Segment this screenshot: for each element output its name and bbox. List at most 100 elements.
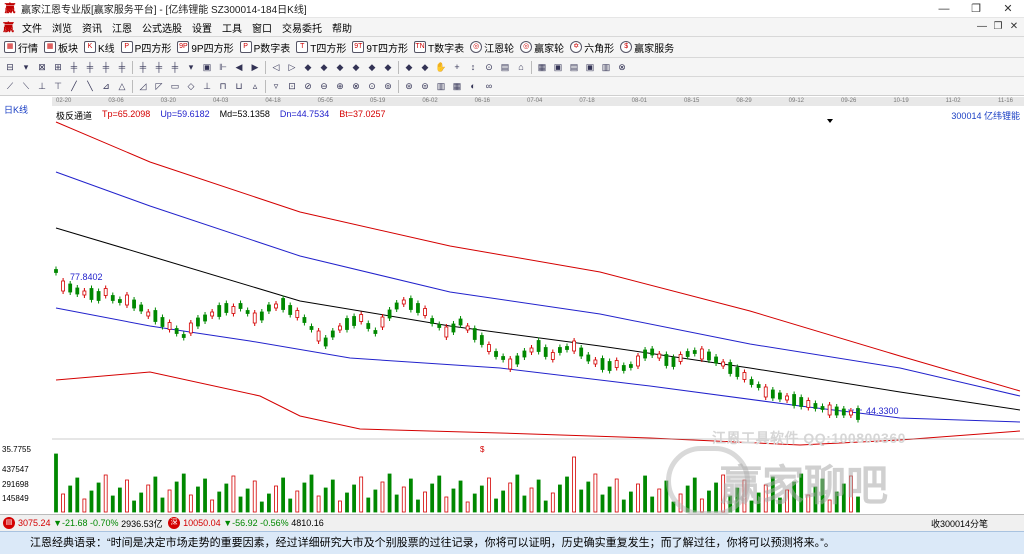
p-digit-table-button[interactable]: P P数字表 <box>239 40 290 55</box>
drawing-tool-icon[interactable]: ▦ <box>451 80 463 92</box>
chart-tool-icon[interactable]: ↕ <box>467 61 479 73</box>
menu-news[interactable]: 资讯 <box>77 20 107 35</box>
chart-tool-icon[interactable]: ⊗ <box>616 61 628 73</box>
drawing-tool-icon[interactable]: ⊤ <box>52 80 64 92</box>
winner-service-button[interactable]: $ 赢家服务 <box>620 40 674 55</box>
chart-tool-icon[interactable]: ⊩ <box>217 61 229 73</box>
drawing-tool-icon[interactable]: ∞ <box>483 80 495 92</box>
menu-trading[interactable]: 交易委托 <box>277 20 327 35</box>
sz-index-icon[interactable]: 深 <box>168 517 181 529</box>
drawing-tool-icon[interactable]: ⊛ <box>403 80 415 92</box>
drawing-tool-icon[interactable]: ◇ <box>185 80 197 92</box>
drawing-tool-icon[interactable]: ⊔ <box>233 80 245 92</box>
9p-square-button[interactable]: 9P 9P四方形 <box>177 40 234 55</box>
chart-tool-icon[interactable]: ▶ <box>249 61 261 73</box>
menu-settings[interactable]: 设置 <box>187 20 217 35</box>
chart-tool-icon[interactable]: ◆ <box>382 61 394 73</box>
drawing-tool-icon[interactable]: ⟍ <box>20 80 32 92</box>
minimize-button[interactable]: — <box>928 0 960 18</box>
menu-formula-picker[interactable]: 公式选股 <box>137 20 187 35</box>
chart-tool-icon[interactable]: ⊙ <box>483 61 495 73</box>
chart-tool-icon[interactable]: ◆ <box>419 61 431 73</box>
menu-tools[interactable]: 工具 <box>217 20 247 35</box>
chart-tool-icon[interactable]: ▤ <box>499 61 511 73</box>
9t-square-button[interactable]: 9T 9T四方形 <box>352 40 408 55</box>
menu-gann[interactable]: 江恩 <box>107 20 137 35</box>
drawing-tool-icon[interactable]: ▥ <box>435 80 447 92</box>
tick-detail-link[interactable]: 收300014分笔 <box>931 517 988 530</box>
drawing-tool-icon[interactable]: ⊗ <box>350 80 362 92</box>
maximize-button[interactable]: ❐ <box>960 0 992 18</box>
menu-browse[interactable]: 浏览 <box>47 20 77 35</box>
chart-tool-icon[interactable]: ✋ <box>435 61 447 73</box>
chart-tool-icon[interactable]: ╪ <box>68 61 80 73</box>
gann-wheel-button[interactable]: ◎ 江恩轮 <box>470 40 514 55</box>
drawing-tool-icon[interactable]: ⟋ <box>4 80 16 92</box>
drawing-tool-icon[interactable]: ╲ <box>84 80 96 92</box>
chart-tool-icon[interactable]: ▾ <box>20 61 32 73</box>
chart-tool-icon[interactable]: ▣ <box>552 61 564 73</box>
hexagon-button[interactable]: ✡ 六角形 <box>570 40 614 55</box>
drawing-tool-icon[interactable]: ⊖ <box>318 80 330 92</box>
chart-tool-icon[interactable]: ▥ <box>600 61 612 73</box>
drawing-tool-icon[interactable]: ╱ <box>68 80 80 92</box>
chart-tool-icon[interactable]: ╪ <box>84 61 96 73</box>
chart-tool-icon[interactable]: ▤ <box>568 61 580 73</box>
chart-tool-icon[interactable]: ⌂ <box>515 61 527 73</box>
drawing-tool-icon[interactable]: △ <box>116 80 128 92</box>
drawing-tool-icon[interactable]: ⊙ <box>366 80 378 92</box>
sh-index-icon[interactable]: ▤ <box>3 517 15 529</box>
chart-tool-icon[interactable]: ◆ <box>302 61 314 73</box>
menu-window[interactable]: 窗口 <box>247 20 277 35</box>
mdi-minimize-button[interactable]: — <box>974 19 990 35</box>
drawing-tool-icon[interactable]: ◐ <box>467 80 479 92</box>
sector-button[interactable]: ▦ 板块 <box>44 40 78 55</box>
mdi-app-icon[interactable]: 赢 <box>3 19 17 35</box>
chart-tool-icon[interactable]: ⊠ <box>36 61 48 73</box>
mdi-close-button[interactable]: ✕ <box>1006 19 1022 35</box>
drawing-tool-icon[interactable]: ⊥ <box>201 80 213 92</box>
chart-tool-icon[interactable]: ╪ <box>116 61 128 73</box>
t-digit-table-button[interactable]: TN T数字表 <box>414 40 464 55</box>
t-square-button[interactable]: T T四方形 <box>296 40 346 55</box>
chart-tool-icon[interactable]: ╪ <box>153 61 165 73</box>
chart-tool-icon[interactable]: ⊞ <box>52 61 64 73</box>
drawing-tool-icon[interactable]: ◸ <box>153 80 165 92</box>
chart-tool-icon[interactable]: ▷ <box>286 61 298 73</box>
drawing-tool-icon[interactable]: ▿ <box>270 80 282 92</box>
menu-help[interactable]: 帮助 <box>327 20 357 35</box>
p-square-button[interactable]: P P四方形 <box>120 40 171 55</box>
close-button[interactable]: ✕ <box>992 0 1024 18</box>
chart-tool-icon[interactable]: ◆ <box>350 61 362 73</box>
chart-tool-icon[interactable]: ◆ <box>403 61 415 73</box>
chart-tool-icon[interactable]: ╪ <box>137 61 149 73</box>
chart-tool-icon[interactable]: ▦ <box>536 61 548 73</box>
chart-tool-icon[interactable]: ╪ <box>169 61 181 73</box>
drawing-tool-icon[interactable]: ◿ <box>137 80 149 92</box>
drawing-tool-icon[interactable]: ⊘ <box>302 80 314 92</box>
indicator-name[interactable]: 极反通道 <box>56 109 92 121</box>
chart-tool-icon[interactable]: ◀ <box>233 61 245 73</box>
drawing-tool-icon[interactable]: ⊚ <box>382 80 394 92</box>
chart-tool-icon[interactable]: ◆ <box>366 61 378 73</box>
drawing-tool-icon[interactable]: ▵ <box>249 80 261 92</box>
chart-tool-icon[interactable]: ▣ <box>584 61 596 73</box>
kline-button[interactable]: K K线 <box>84 40 115 55</box>
menu-file[interactable]: 文件 <box>17 20 47 35</box>
chart-tool-icon[interactable]: ◆ <box>334 61 346 73</box>
chart-tool-icon[interactable]: ◆ <box>318 61 330 73</box>
drawing-tool-icon[interactable]: ⊓ <box>217 80 229 92</box>
drawing-tool-icon[interactable]: ▭ <box>169 80 181 92</box>
mdi-restore-button[interactable]: ❐ <box>990 19 1006 35</box>
drawing-tool-icon[interactable]: ⊿ <box>100 80 112 92</box>
chart-tool-icon[interactable]: ▾ <box>185 61 197 73</box>
chart-tool-icon[interactable]: + <box>451 61 463 73</box>
quotes-button[interactable]: ▦ 行情 <box>4 40 38 55</box>
winner-wheel-button[interactable]: ◎ 赢家轮 <box>520 40 564 55</box>
period-label[interactable]: 日K线 <box>4 103 28 116</box>
drawing-tool-icon[interactable]: ⊜ <box>419 80 431 92</box>
chart-tool-icon[interactable]: ╪ <box>100 61 112 73</box>
drawing-tool-icon[interactable]: ⊡ <box>286 80 298 92</box>
chart-tool-icon[interactable]: ⊟ <box>4 61 16 73</box>
drawing-tool-icon[interactable]: ⊥ <box>36 80 48 92</box>
